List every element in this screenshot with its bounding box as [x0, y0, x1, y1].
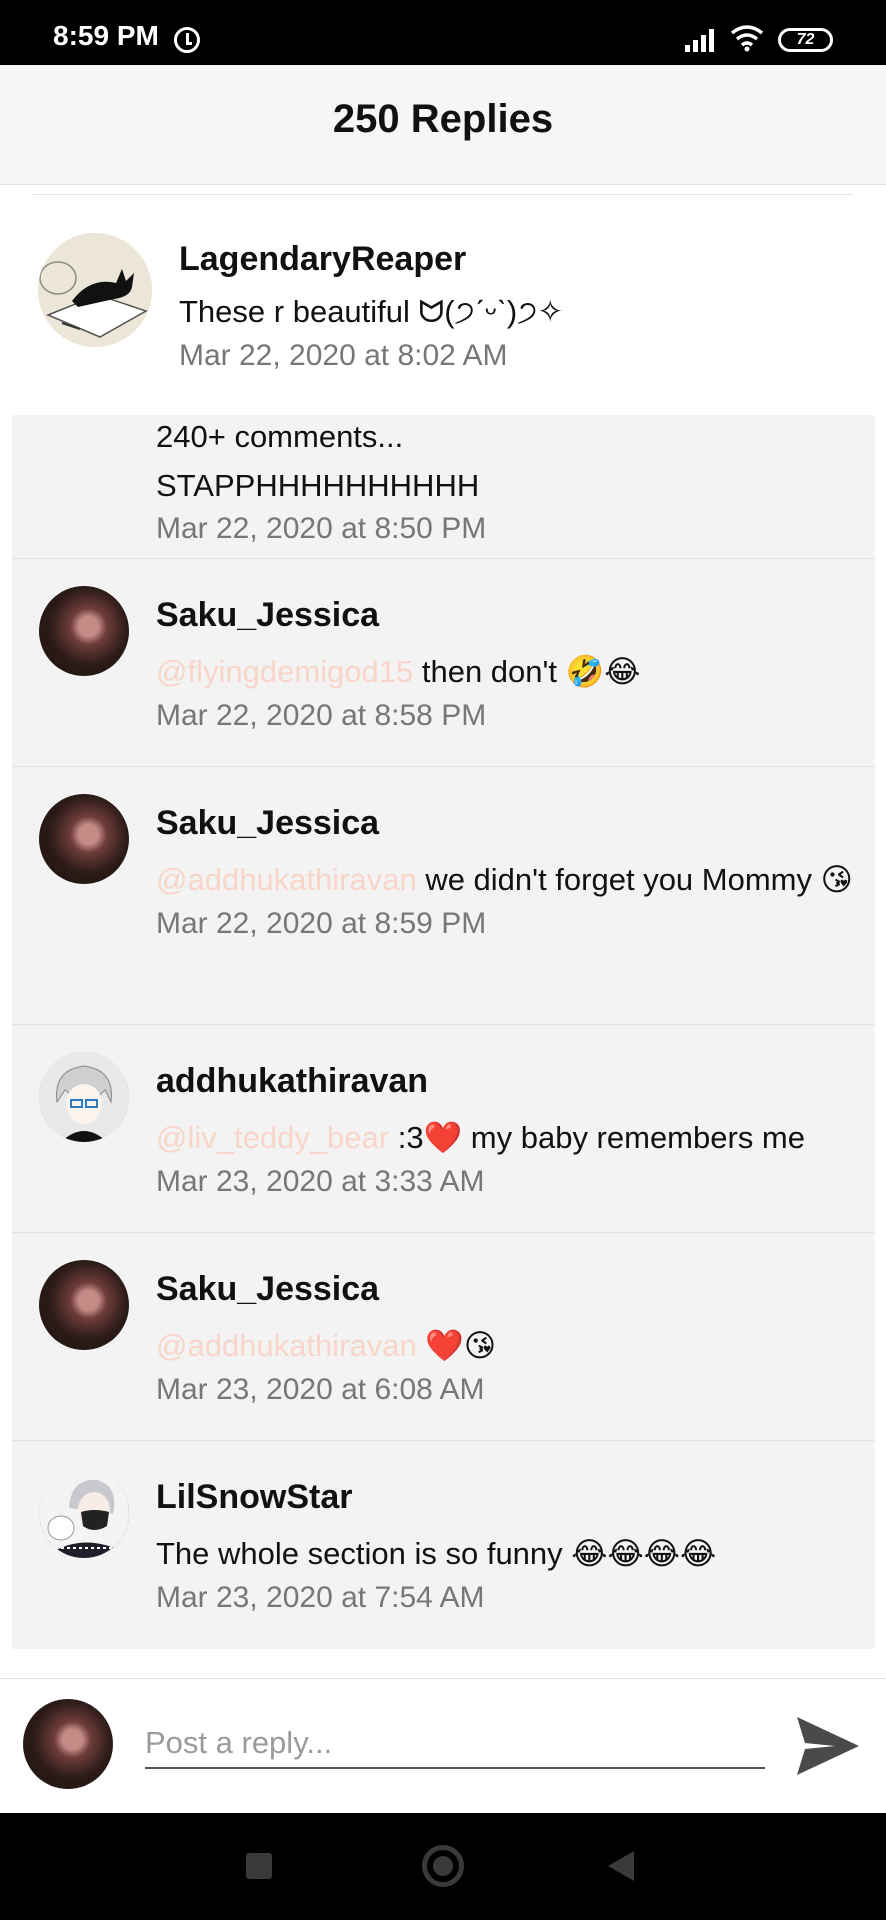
header: 250 Replies	[0, 65, 886, 185]
rose-avatar[interactable]	[39, 1260, 129, 1350]
nav-bar	[0, 1813, 886, 1920]
rose-avatar[interactable]	[39, 794, 129, 884]
back-icon[interactable]	[608, 1851, 634, 1881]
mention-link[interactable]: @flyingdemigod15	[156, 654, 413, 689]
reply-text: @flyingdemigod15 then don't 🤣😂	[156, 647, 855, 697]
mention-link[interactable]: @addhukathiravan	[156, 862, 417, 897]
parent-timestamp: Mar 22, 2020 at 8:02 AM	[179, 339, 508, 372]
send-icon[interactable]	[795, 1715, 861, 1777]
parent-text: These r beautiful ᗢ(੭ˊᵕˋ)੭✧	[179, 294, 564, 329]
reply-item: LilSnowStar The whole section is so funn…	[12, 1441, 875, 1649]
reply-message: The whole section is so funny 😂😂😂😂	[156, 1536, 717, 1571]
reply-list: 240+ comments... STAPPHHHHHHHHHH Mar 22,…	[12, 415, 875, 1649]
reply-item: addhukathiravan @liv_teddy_bear :3❤️ my …	[12, 1025, 875, 1233]
reply-timestamp: Mar 23, 2020 at 6:08 AM	[156, 1373, 485, 1406]
wifi-icon	[730, 25, 764, 52]
black-cat-avatar[interactable]	[38, 233, 152, 347]
compose-bar	[0, 1678, 886, 1813]
reply-text: @addhukathiravan we didn't forget you Mo…	[156, 855, 855, 905]
reply-input[interactable]	[145, 1719, 765, 1769]
replies-feed[interactable]: LagendaryReaper These r beautiful ᗢ(੭ˊᵕˋ…	[0, 186, 886, 1678]
mention-link[interactable]: @liv_teddy_bear	[156, 1120, 389, 1155]
anime-glasses-avatar[interactable]	[39, 1052, 129, 1142]
alarm-icon	[174, 27, 200, 53]
reply-item: Saku_Jessica @flyingdemigod15 then don't…	[12, 559, 875, 767]
status-time: 8:59 PM	[53, 20, 159, 51]
reply-timestamp: Mar 22, 2020 at 8:50 PM	[156, 512, 487, 545]
reply-text: The whole section is so funny 😂😂😂😂	[156, 1529, 855, 1579]
signal-icon	[685, 26, 719, 52]
reply-item: 240+ comments... STAPPHHHHHHHHHH Mar 22,…	[12, 415, 875, 559]
reply-message: we didn't forget you Mommy 😘	[416, 862, 853, 897]
reply-message: :3❤️ my baby remembers me	[389, 1120, 805, 1155]
page-title: 250 Replies	[332, 97, 554, 141]
user-avatar	[23, 1699, 113, 1789]
snow-avatar[interactable]	[39, 1468, 129, 1558]
reply-username[interactable]: Saku_Jessica	[156, 1266, 855, 1321]
mention-link[interactable]: @addhukathiravan	[156, 1328, 417, 1363]
reply-username[interactable]: LilSnowStar	[156, 1474, 855, 1529]
reply-timestamp: Mar 22, 2020 at 8:58 PM	[156, 699, 487, 732]
reply-timestamp: Mar 23, 2020 at 7:54 AM	[156, 1581, 485, 1614]
reply-item: Saku_Jessica @addhukathiravan ❤️😘 Mar 23…	[12, 1233, 875, 1441]
reply-text: @liv_teddy_bear :3❤️ my baby remembers m…	[156, 1113, 855, 1163]
reply-username[interactable]: addhukathiravan	[156, 1058, 855, 1113]
reply-timestamp: Mar 22, 2020 at 8:59 PM	[156, 907, 487, 940]
status-bar: 8:59 PM 72	[0, 0, 886, 65]
divider	[33, 194, 853, 195]
battery-icon: 72	[778, 28, 833, 52]
reply-item: Saku_Jessica @addhukathiravan we didn't …	[12, 767, 875, 1025]
reply-text: 240+ comments... STAPPHHHHHHHHHH	[156, 419, 480, 503]
rose-avatar[interactable]	[39, 586, 129, 676]
parent-username[interactable]: LagendaryReaper	[179, 240, 466, 279]
reply-message: ❤️😘	[416, 1328, 497, 1363]
reply-text: @addhukathiravan ❤️😘	[156, 1321, 855, 1371]
reply-timestamp: Mar 23, 2020 at 3:33 AM	[156, 1165, 485, 1198]
recents-icon[interactable]	[246, 1853, 272, 1879]
reply-username[interactable]: Saku_Jessica	[156, 800, 855, 855]
home-icon[interactable]	[422, 1845, 464, 1887]
reply-message: then don't 🤣😂	[413, 654, 641, 689]
reply-username[interactable]: Saku_Jessica	[156, 592, 855, 647]
